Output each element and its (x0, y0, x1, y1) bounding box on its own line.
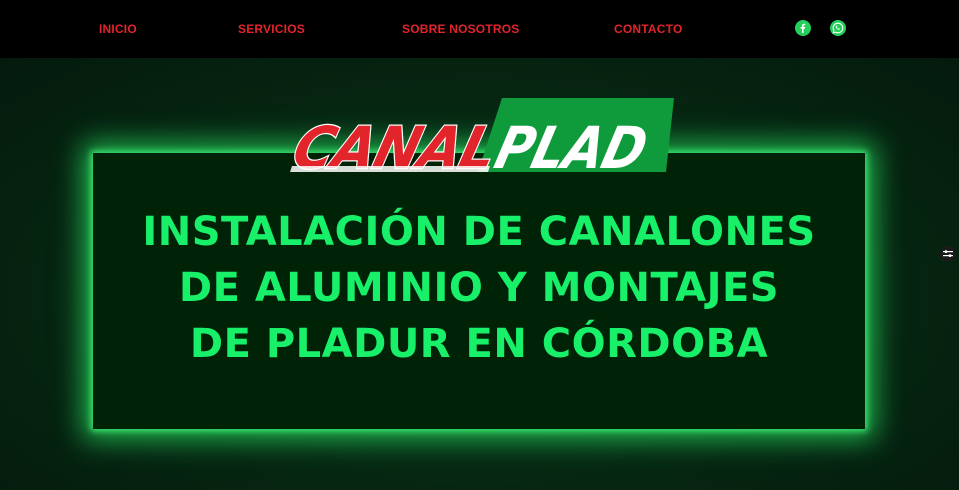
nav-link-sobre-nosotros[interactable]: SOBRE NOSOTROS (402, 22, 519, 36)
nav-link-inicio[interactable]: INICIO (99, 22, 137, 36)
nav-link-servicios[interactable]: SERVICIOS (238, 22, 305, 36)
headline-line-3: DE PLADUR EN CÓRDOBA (189, 321, 769, 367)
headline-line-1: INSTALACIÓN DE CANALONES (142, 209, 816, 255)
facebook-icon[interactable] (795, 20, 811, 36)
canalplad-logo: CANAL PLAD (285, 98, 674, 176)
hero-headline: INSTALACIÓN DE CANALONES DE ALUMINIO Y M… (93, 204, 865, 372)
top-navbar: INICIO SERVICIOS SOBRE NOSOTROS CONTACTO (0, 0, 959, 58)
headline-line-2: DE ALUMINIO Y MONTAJES (178, 265, 780, 311)
whatsapp-icon[interactable] (830, 20, 846, 36)
accessibility-widget-icon[interactable] (940, 246, 956, 262)
nav-link-contacto[interactable]: CONTACTO (614, 22, 683, 36)
logo-text-plad: PLAD (489, 114, 654, 176)
